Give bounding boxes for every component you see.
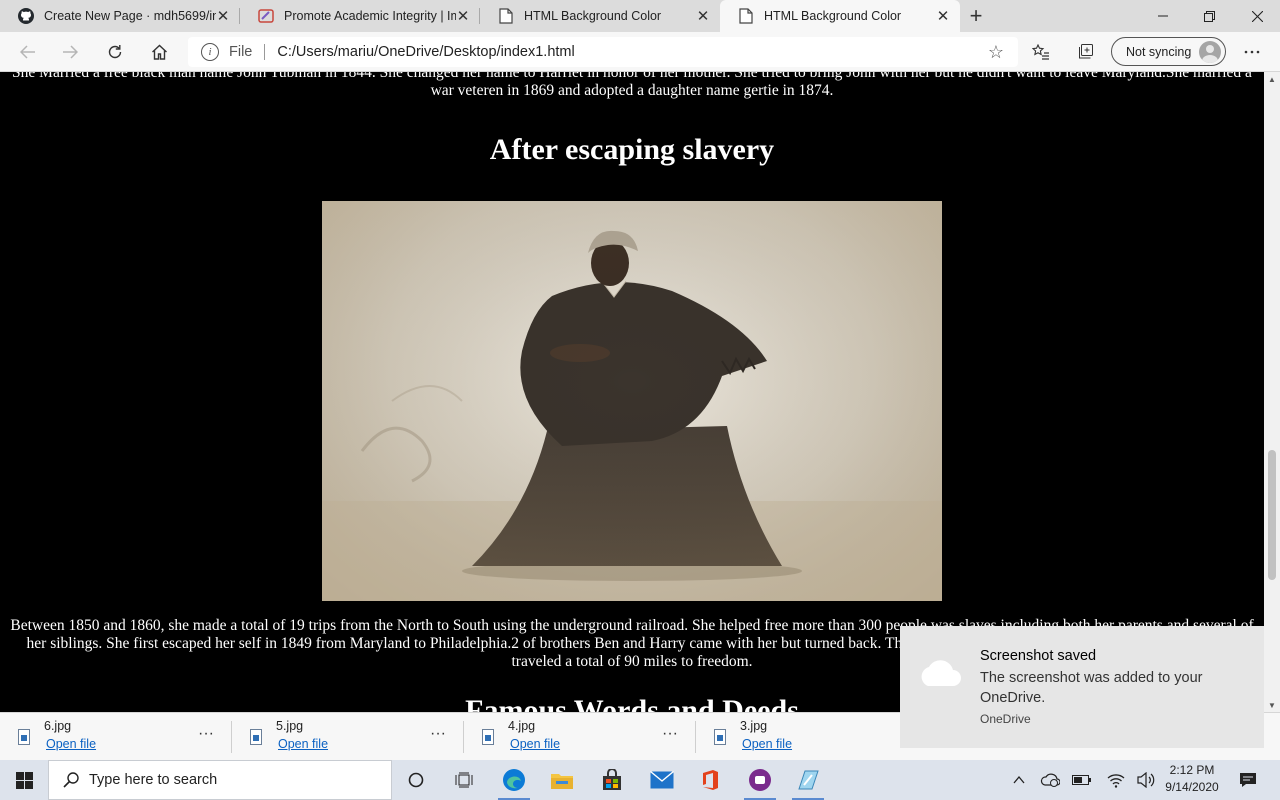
page-scrollbar[interactable]: ▲ ▼ [1264, 72, 1280, 712]
tab-title: HTML Background Color [764, 9, 902, 23]
windows-start-icon[interactable] [0, 760, 48, 800]
home-icon[interactable] [145, 38, 173, 66]
teams-app-icon[interactable] [736, 760, 784, 800]
image-file-icon [714, 729, 726, 745]
settings-more-icon[interactable] [1238, 38, 1266, 66]
tab-title: HTML Background Color [524, 9, 662, 23]
page-viewport: She Married a free black man name John T… [0, 72, 1264, 712]
office-icon[interactable] [686, 760, 734, 800]
close-tab-icon[interactable]: ✕ [216, 8, 230, 25]
favorite-star-icon[interactable]: ☆ [988, 42, 1004, 63]
scheme-label: File [229, 44, 253, 60]
volume-icon[interactable] [1134, 760, 1158, 800]
download-item[interactable]: 3.jpg Open file [696, 713, 928, 761]
open-file-link[interactable]: Open file [278, 737, 328, 751]
download-item[interactable]: 6.jpg Open file ··· [0, 713, 232, 761]
info-icon[interactable]: i [201, 43, 219, 61]
url-text[interactable]: C:/Users/mariu/OneDrive/Desktop/index1.h… [277, 44, 574, 60]
microsoft-store-icon[interactable] [588, 760, 636, 800]
collections-icon[interactable] [1071, 38, 1099, 66]
profile-avatar-icon [1199, 41, 1221, 63]
snipping-tool-icon[interactable] [784, 760, 832, 800]
clock-date: 9/14/2020 [1165, 780, 1219, 794]
onedrive-sync-icon[interactable] [1038, 760, 1062, 800]
file-explorer-icon[interactable] [538, 760, 586, 800]
taskbar: Type here to search 2:12 PM 9/14/2020 [0, 760, 1280, 800]
tab-academic-integrity[interactable]: Promote Academic Integrity | Imp ✕ [240, 0, 480, 32]
wifi-icon[interactable] [1104, 760, 1128, 800]
download-filename: 3.jpg [740, 719, 768, 733]
tab-title: Promote Academic Integrity | Imp [284, 9, 456, 23]
download-item[interactable]: 4.jpg Open file ··· [464, 713, 696, 761]
address-divider [264, 44, 266, 60]
notification-body: The screenshot was added to your OneDriv… [980, 670, 1203, 706]
favorites-icon[interactable] [1027, 38, 1055, 66]
taskbar-search-box[interactable]: Type here to search [48, 760, 392, 800]
new-tab-icon[interactable]: + [960, 0, 992, 32]
notification-source: OneDrive [980, 712, 1031, 726]
navigation-bar: i File C:/Users/mariu/OneDrive/Desktop/i… [0, 32, 1280, 72]
close-tab-icon[interactable]: ✕ [696, 8, 710, 25]
more-options-icon[interactable]: ··· [198, 725, 214, 743]
sync-status-label: Not syncing [1126, 44, 1192, 59]
intro-paragraph: She Married a free black man name John T… [12, 72, 1252, 99]
download-filename: 5.jpg [276, 719, 304, 733]
edge-browser-icon[interactable] [490, 760, 538, 800]
cortana-icon[interactable] [392, 760, 440, 800]
forward-arrow-icon[interactable] [56, 38, 84, 66]
open-file-link[interactable]: Open file [510, 737, 560, 751]
tab-html-background-color-active[interactable]: HTML Background Color ✕ [720, 0, 960, 32]
section-heading: After escaping slavery [489, 133, 775, 166]
download-filename: 4.jpg [508, 719, 536, 733]
scroll-thumb[interactable] [1268, 450, 1276, 580]
document-icon [498, 8, 514, 24]
refresh-icon[interactable] [101, 38, 129, 66]
restore-icon[interactable] [1186, 0, 1232, 32]
tab-title: Create New Page · mdh5699/intera [44, 9, 216, 23]
notification-title: Screenshot saved [980, 648, 1097, 664]
image-file-icon [18, 729, 30, 745]
address-bar[interactable]: i File C:/Users/mariu/OneDrive/Desktop/i… [188, 37, 1018, 67]
action-center-icon[interactable] [1234, 760, 1262, 800]
scroll-down-icon[interactable]: ▼ [1264, 698, 1280, 712]
tab-github[interactable]: Create New Page · mdh5699/intera ✕ [0, 0, 240, 32]
github-icon [18, 8, 34, 24]
image-file-icon [482, 729, 494, 745]
search-icon [63, 772, 79, 788]
minimize-icon[interactable] [1140, 0, 1186, 32]
tab-strip: Create New Page · mdh5699/intera ✕ Promo… [0, 0, 1280, 32]
battery-icon[interactable] [1070, 760, 1094, 800]
download-item[interactable]: 5.jpg Open file ··· [232, 713, 464, 761]
taskbar-clock[interactable]: 2:12 PM 9/14/2020 [1160, 762, 1224, 796]
mail-icon[interactable] [638, 760, 686, 800]
show-hidden-icons-icon[interactable] [1008, 760, 1030, 800]
close-tab-icon[interactable]: ✕ [936, 8, 950, 25]
scroll-up-icon[interactable]: ▲ [1264, 72, 1280, 86]
close-tab-icon[interactable]: ✕ [456, 8, 470, 25]
portrait-photo [322, 201, 942, 601]
tab-html-background-color[interactable]: HTML Background Color ✕ [480, 0, 720, 32]
more-options-icon[interactable]: ··· [430, 725, 446, 743]
clock-time: 2:12 PM [1169, 763, 1215, 777]
close-window-icon[interactable] [1234, 0, 1280, 32]
turnitin-icon [258, 8, 274, 24]
back-arrow-icon[interactable] [14, 38, 42, 66]
profile-sync-button[interactable]: Not syncing [1111, 37, 1226, 66]
onedrive-notification[interactable]: Screenshot saved The screenshot was adde… [900, 626, 1264, 748]
document-icon [738, 8, 754, 24]
search-placeholder: Type here to search [89, 772, 218, 788]
more-options-icon[interactable]: ··· [662, 725, 678, 743]
open-file-link[interactable]: Open file [46, 737, 96, 751]
download-filename: 6.jpg [44, 719, 72, 733]
open-file-link[interactable]: Open file [742, 737, 792, 751]
cloud-icon [916, 658, 964, 688]
task-view-icon[interactable] [440, 760, 488, 800]
image-file-icon [250, 729, 262, 745]
